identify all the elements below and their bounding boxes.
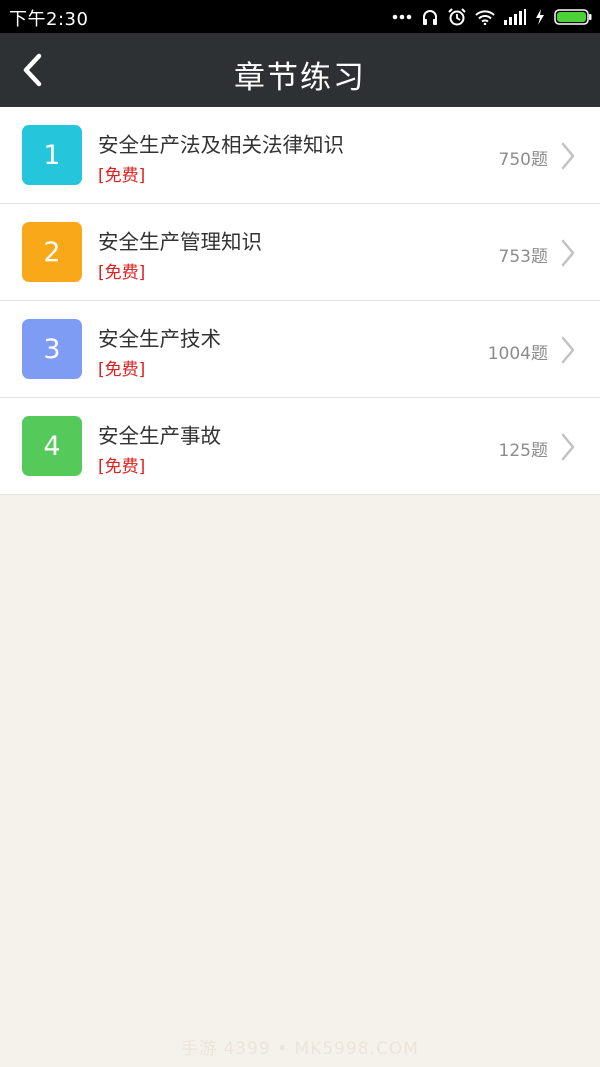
chapter-item[interactable]: 3 安全生产技术 [免费] 1004题: [0, 301, 600, 398]
headset-icon: [421, 8, 439, 26]
question-count: 1004题: [487, 344, 548, 364]
chapter-title: 安全生产技术: [98, 327, 221, 351]
chevron-right-icon: [561, 336, 575, 364]
question-count: 750题: [498, 150, 548, 170]
chapter-number-badge: 4: [22, 416, 82, 476]
free-tag: [免费]: [98, 360, 146, 380]
chapter-title: 安全生产事故: [98, 424, 221, 448]
question-count: 753题: [498, 247, 548, 267]
status-time: 下午2:30: [9, 9, 89, 30]
chapter-list: 1 安全生产法及相关法律知识 [免费] 750题 2 安全生产管理知识 [免费]…: [0, 107, 600, 495]
chapter-number-badge: 2: [22, 222, 82, 282]
page-title: 章节练习: [234, 60, 366, 96]
chapter-title: 安全生产法及相关法律知识: [98, 133, 344, 157]
more-dots-icon: [392, 14, 412, 20]
watermark: 手游 4399 • MK5998.COM: [181, 1039, 419, 1059]
free-tag: [免费]: [98, 457, 146, 477]
free-tag: [免费]: [98, 166, 146, 186]
chevron-right-icon: [561, 142, 575, 170]
status-bar: 下午2:30: [0, 0, 600, 33]
title-bar: 章节练习: [0, 33, 600, 107]
chapter-number-badge: 3: [22, 319, 82, 379]
wifi-icon: [475, 9, 495, 25]
chapter-item[interactable]: 2 安全生产管理知识 [免费] 753题: [0, 204, 600, 301]
chapter-item[interactable]: 4 安全生产事故 [免费] 125题: [0, 398, 600, 495]
free-tag: [免费]: [98, 263, 146, 283]
chevron-right-icon: [561, 433, 575, 461]
chapter-item[interactable]: 1 安全生产法及相关法律知识 [免费] 750题: [0, 107, 600, 204]
chapter-title: 安全生产管理知识: [98, 230, 262, 254]
chapter-number-badge: 1: [22, 125, 82, 185]
status-icons: [392, 7, 592, 27]
charging-icon: [535, 9, 545, 25]
signal-icon: [504, 9, 526, 25]
question-count: 125题: [498, 441, 548, 461]
chevron-right-icon: [561, 239, 575, 267]
alarm-icon: [448, 8, 466, 26]
battery-icon: [554, 9, 592, 25]
